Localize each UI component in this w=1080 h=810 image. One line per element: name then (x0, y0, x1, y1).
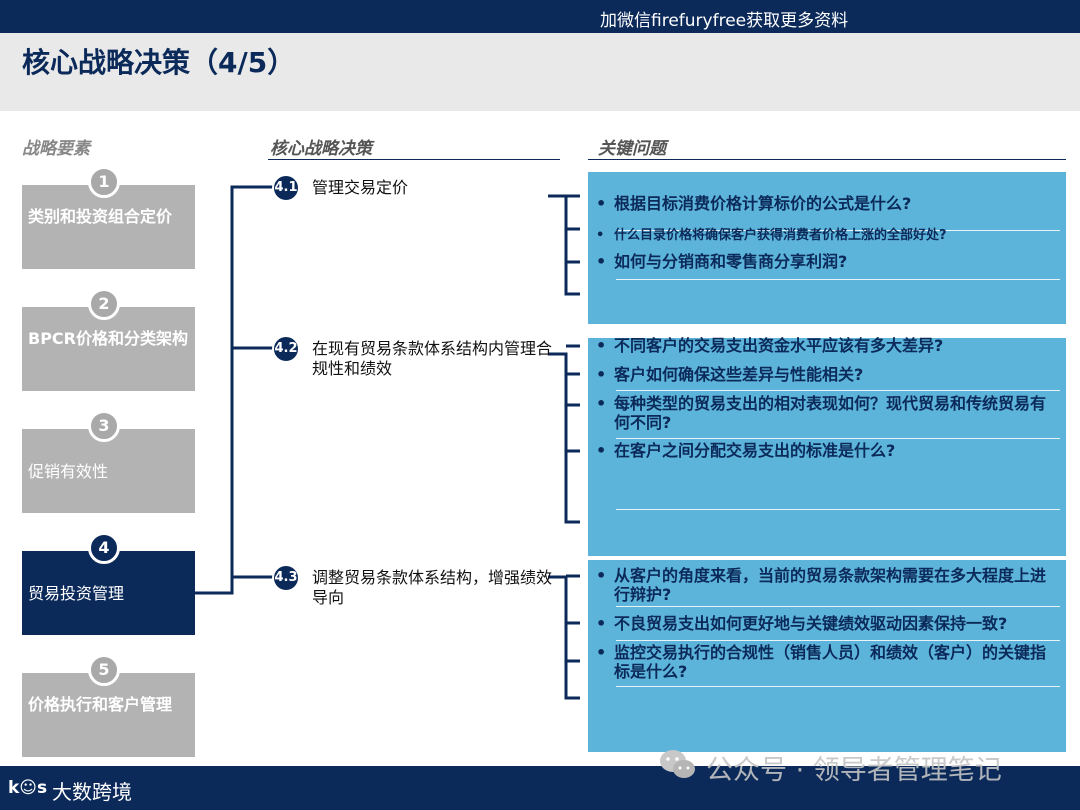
question-item: 客户如何确保这些差异与性能相关? (596, 365, 1056, 384)
question-divider (616, 640, 1060, 641)
question-divider (616, 686, 1060, 687)
question-item: 如何与分销商和零售商分享利润? (596, 252, 1056, 271)
question-item: 监控交易执行的合规性（销售人员）和绩效（客户）的关键指标是什么? (596, 643, 1056, 681)
question-divider (616, 279, 1060, 280)
question-divider (616, 606, 1060, 607)
question-divider (616, 509, 1060, 510)
wechat-icon (660, 750, 695, 778)
decision-number-4-2: 4.2 (272, 335, 300, 363)
question-item: 根据目标消费价格计算标价的公式是什么? (596, 194, 1056, 213)
question-item: 每种类型的贸易支出的相对表现如何？现代贸易和传统贸易有何不同? (596, 394, 1056, 432)
brand-name: 大数跨境 (52, 780, 132, 804)
question-item: 从客户的角度来看，当前的贸易条款架构需要在多大程度上进行辩护? (596, 566, 1056, 604)
question-divider (616, 438, 1060, 439)
watermark-text: 公众号 · 领导者管理笔记 (706, 755, 1002, 786)
question-item: 不良贸易支出如何更好地与关键绩效驱动因素保持一致? (596, 614, 1056, 633)
decision-label-4-1: 管理交易定价 (312, 178, 409, 197)
question-item: 在客户之间分配交易支出的标准是什么? (596, 441, 1056, 460)
decision-label-4-2: 在现有贸易条款体系结构内管理合规性和绩效 (312, 339, 553, 378)
question-item: 不同客户的交易支出资金水平应该有多大差异? (596, 336, 1056, 355)
decision-label-4-3: 调整贸易条款体系结构，增强绩效导向 (312, 568, 553, 607)
decision-number-4-3: 4.3 (272, 564, 300, 592)
brand-logo-icon: k☺s (8, 778, 48, 798)
question-item: 什么目录价格将确保客户获得消费者价格上涨的全部好处? (596, 226, 1056, 245)
question-divider (616, 390, 1060, 391)
decision-number-4-1: 4.1 (272, 174, 300, 202)
